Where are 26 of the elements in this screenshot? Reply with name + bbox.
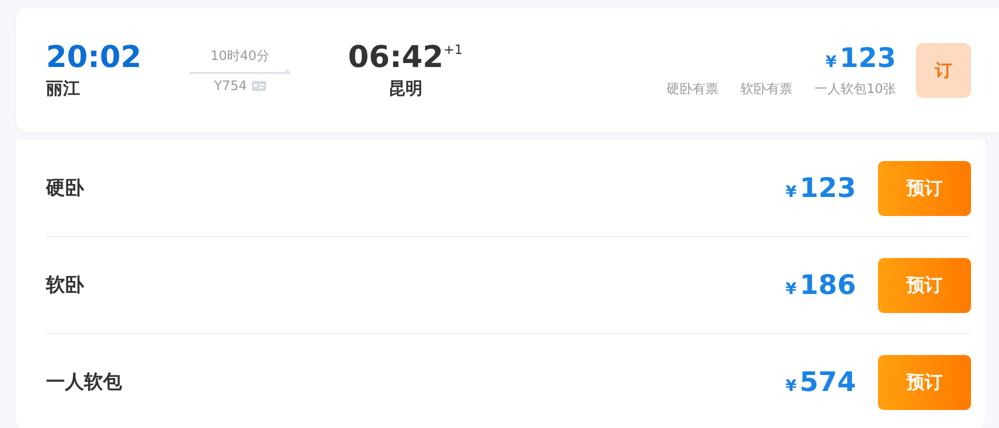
currency-sign: ¥ — [785, 278, 797, 298]
seat-availability: 一人软包10张 — [814, 80, 896, 98]
departure-city: 丽江 — [46, 78, 81, 100]
seat-availability: 硬卧有票 — [666, 80, 718, 98]
seat-price: 574 — [800, 366, 856, 398]
arrival-city: 昆明 — [388, 78, 422, 100]
seat-type: 硬卧 — [46, 176, 86, 201]
seat-type: 软卧 — [46, 273, 86, 298]
seat-price: 123 — [800, 172, 856, 204]
seat-availability: 软卧有票 — [740, 80, 792, 98]
reserve-button[interactable]: 预订 — [878, 258, 971, 312]
reserve-button[interactable]: 预订 — [878, 160, 971, 216]
duration: 10时40分 — [210, 48, 270, 64]
seat-price: 186 — [800, 270, 856, 300]
day-offset: +1 — [444, 42, 463, 58]
currency-sign: ¥ — [785, 182, 797, 200]
currency-sign: ¥ — [785, 376, 797, 394]
seat-type: 一人软包 — [46, 370, 123, 395]
card-icon — [252, 81, 266, 91]
departure-time: 20:02 — [46, 40, 142, 74]
reserve-button[interactable]: 预订 — [878, 354, 971, 410]
book-button[interactable]: 订 — [916, 42, 971, 98]
lowest-price: 123 — [840, 42, 896, 74]
train-number: Y754 — [214, 78, 247, 94]
currency-sign: ¥ — [825, 52, 837, 70]
arrival-time: 06:42 — [348, 40, 444, 74]
